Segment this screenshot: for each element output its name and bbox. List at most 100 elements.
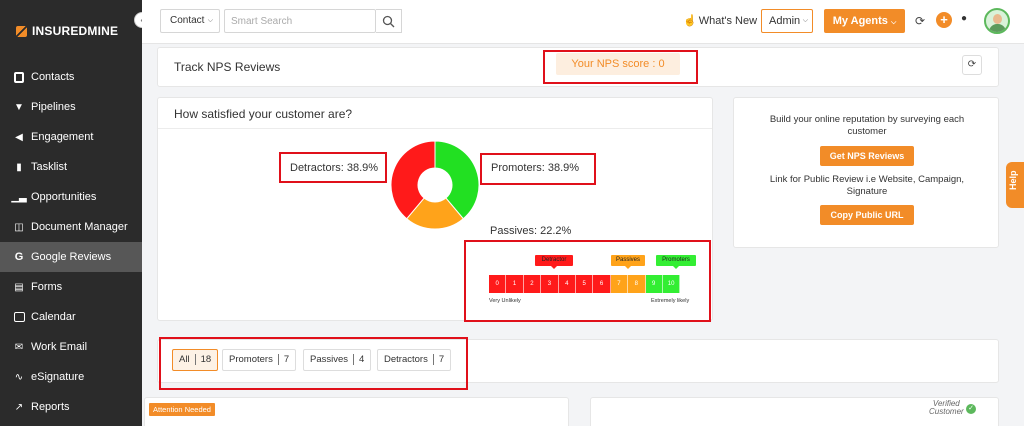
- chevron-down-icon: ⌵: [207, 17, 213, 24]
- my-agents-button[interactable]: My Agents ⌵: [824, 9, 905, 33]
- sidebar-item-calendar[interactable]: Calendar: [0, 302, 142, 332]
- sidebar-item-label: Forms: [31, 281, 63, 293]
- sidebar-item-opportunities[interactable]: ▁▃ Opportunities: [0, 182, 142, 212]
- form-icon: ▤: [14, 281, 24, 293]
- detractor-tag: Detractor: [535, 255, 573, 269]
- contact-card-icon: [13, 71, 25, 83]
- scale-cell: 6: [593, 275, 611, 293]
- bar-chart-icon: ▁▃: [11, 191, 27, 203]
- contact-select-value: Contact: [170, 15, 205, 26]
- filter-count: 4: [359, 354, 365, 365]
- sidebar-item-label: Pipelines: [31, 101, 76, 113]
- public-review-text: Link for Public Review i.e Website, Camp…: [769, 174, 965, 197]
- passives-tag: Passives: [611, 255, 645, 269]
- sidebar-item-tasklist[interactable]: ▮ Tasklist: [0, 152, 142, 182]
- nps-donut-chart: [390, 140, 480, 230]
- page-title: Track NPS Reviews: [174, 60, 281, 74]
- calendar-icon: [13, 311, 25, 323]
- nps-scale: Detractor Passives Promoters 0 1 2 3 4 5…: [489, 249, 709, 313]
- nps-header-card: Track NPS Reviews Your NPS score : 0 ⟳: [157, 47, 999, 87]
- search-icon: [382, 15, 395, 28]
- attention-badge: Attention Needed: [149, 403, 215, 416]
- sidebar-item-document-manager[interactable]: ◫ Document Manager: [0, 212, 142, 242]
- get-nps-reviews-button[interactable]: Get NPS Reviews: [820, 146, 914, 166]
- hand-pointer-icon: ☝: [683, 15, 697, 27]
- reputation-text: Build your online reputation by surveyin…: [769, 114, 965, 137]
- chevron-down-icon: ⌵: [802, 17, 808, 24]
- nps-score-badge: Your NPS score : 0: [556, 53, 680, 75]
- sidebar-item-esignature[interactable]: ∿ eSignature: [0, 362, 142, 392]
- folder-icon: ◫: [14, 221, 24, 233]
- whats-new-link[interactable]: ☝ What's New: [683, 14, 758, 28]
- signature-icon: ∿: [14, 371, 24, 383]
- sidebar-item-google-reviews[interactable]: G Google Reviews: [0, 242, 142, 272]
- sidebar-item-work-email[interactable]: ✉ Work Email: [0, 332, 142, 362]
- filter-passives[interactable]: Passives 4: [303, 349, 372, 371]
- sidebar-nav: Contacts ▼ Pipelines ◀ Engagement ▮ Task…: [0, 62, 142, 422]
- bell-icon[interactable]: ●: [961, 13, 967, 24]
- sidebar-item-label: Tasklist: [31, 161, 68, 173]
- sidebar-item-label: Work Email: [31, 341, 88, 353]
- filter-label: All: [179, 354, 190, 365]
- sidebar-item-reports[interactable]: ↗ Reports: [0, 392, 142, 422]
- sidebar-item-engagement[interactable]: ◀ Engagement: [0, 122, 142, 152]
- filter-card: All 18 Promoters 7 Passives 4 Detractors 7: [157, 339, 999, 383]
- contact-select[interactable]: Contact ⌵: [160, 9, 220, 33]
- filter-count: 7: [283, 354, 290, 365]
- funnel-icon: ▼: [14, 101, 24, 113]
- google-icon: G: [14, 251, 24, 263]
- refresh-icon[interactable]: ⟳: [962, 55, 982, 75]
- filter-label: Promoters: [229, 354, 273, 365]
- my-agents-label: My Agents: [832, 15, 888, 27]
- scale-cell: 8: [628, 275, 646, 293]
- detractors-label: Detractors: 38.9%: [290, 162, 379, 174]
- scale-cell: 9: [645, 275, 663, 293]
- sidebar-item-contacts[interactable]: Contacts: [0, 62, 142, 92]
- filter-all[interactable]: All 18: [172, 349, 219, 371]
- sidebar-item-label: Engagement: [31, 131, 94, 143]
- satisfaction-card: How satisfied your customer are? Detract…: [157, 97, 713, 321]
- sidebar-item-label: Opportunities: [31, 191, 97, 203]
- promoters-label: Promoters: 38.9%: [491, 162, 580, 174]
- copy-public-url-button[interactable]: Copy Public URL: [820, 205, 914, 225]
- avatar[interactable]: [984, 8, 1010, 34]
- sidebar-item-pipelines[interactable]: ▼ Pipelines: [0, 92, 142, 122]
- search-button[interactable]: [376, 9, 402, 33]
- filter-label: Passives: [310, 354, 349, 365]
- sidebar-item-label: Reports: [31, 401, 70, 413]
- filter-promoters[interactable]: Promoters 7: [222, 349, 297, 371]
- add-icon[interactable]: +: [936, 12, 952, 28]
- sidebar-item-label: Document Manager: [31, 221, 128, 233]
- promoters-tag: Promoters: [656, 255, 696, 269]
- verified-customer-badge: Verified Customer: [929, 399, 964, 416]
- whats-new-label: What's New: [698, 14, 758, 27]
- scale-cell: 3: [541, 275, 559, 293]
- megaphone-icon: ◀: [15, 131, 23, 143]
- admin-select[interactable]: Admin ⌵: [761, 9, 813, 33]
- logo-mark-icon: [16, 25, 27, 37]
- filter-count: 7: [438, 354, 445, 365]
- filter-label: Detractors: [384, 354, 428, 365]
- sidebar-item-label: Contacts: [31, 71, 75, 83]
- topbar: Contact ⌵ ☝ What's New Admin ⌵ My Agents…: [142, 0, 1024, 44]
- scale-cell: 4: [558, 275, 576, 293]
- logo[interactable]: INSUREDMINE: [16, 24, 118, 38]
- scale-cell: 5: [575, 275, 594, 293]
- filter-detractors[interactable]: Detractors 7: [377, 349, 452, 371]
- scale-cell: 7: [610, 275, 629, 293]
- satisfaction-title: How satisfied your customer are?: [174, 107, 353, 121]
- search-input[interactable]: [224, 9, 376, 33]
- divider: [158, 128, 712, 129]
- admin-select-value: Admin: [769, 15, 801, 27]
- chevron-down-icon: ⌵: [890, 19, 897, 26]
- reputation-card: Build your online reputation by surveyin…: [733, 97, 999, 248]
- sidebar-item-forms[interactable]: ▤ Forms: [0, 272, 142, 302]
- sync-icon[interactable]: ⟳: [912, 13, 928, 29]
- scale-low-label: Very Unlikely: [489, 298, 521, 304]
- scale-high-label: Extremely likely: [651, 298, 690, 304]
- sidebar-item-label: Google Reviews: [31, 251, 112, 263]
- sidebar-item-label: Calendar: [31, 311, 76, 323]
- scale-cell: 2: [523, 275, 542, 293]
- line-chart-icon: ↗: [14, 401, 24, 413]
- help-tab[interactable]: Help: [1006, 162, 1024, 208]
